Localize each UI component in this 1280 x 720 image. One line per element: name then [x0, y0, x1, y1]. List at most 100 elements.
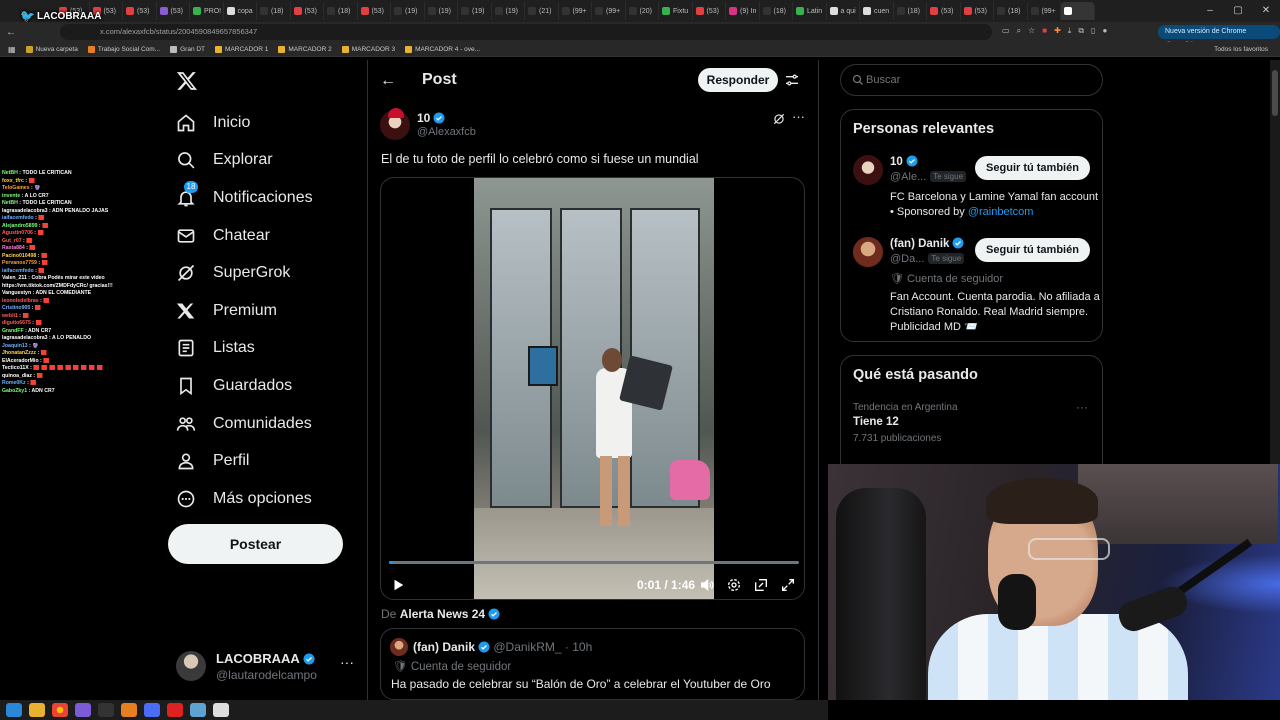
more-horizontal-icon[interactable]: ···	[1076, 400, 1088, 414]
more-horizontal-icon[interactable]: ···	[792, 109, 805, 124]
browser-tab[interactable]	[1061, 2, 1095, 20]
browser-tab[interactable]: (53)	[291, 2, 324, 20]
more-horizontal-icon[interactable]: ···	[340, 654, 354, 670]
trend-name[interactable]: Tiene 12	[853, 416, 899, 428]
sidebar-item-más-opciones[interactable]: Más opciones	[176, 480, 366, 518]
browser-tab[interactable]: (53)	[358, 2, 391, 20]
bookmark-item[interactable]: Nueva carpeta	[25, 45, 78, 53]
puzzle-icon[interactable]: ⧉	[1078, 26, 1084, 36]
sidebar-item-guardados[interactable]: Guardados	[176, 367, 366, 405]
settings-gear-icon[interactable]	[726, 577, 742, 593]
sidebar-item-listas[interactable]: Listas	[176, 330, 366, 368]
picture-in-picture-icon[interactable]	[753, 577, 769, 593]
person-name[interactable]: (fan) Danik	[890, 237, 964, 250]
url-field[interactable]: x.com/alexaxfcb/status/20045908496578563…	[60, 24, 992, 40]
discord-icon[interactable]	[75, 703, 91, 717]
browser-tab[interactable]: (18)	[760, 2, 793, 20]
close-window-button[interactable]: ✕	[1252, 0, 1280, 22]
obs-icon[interactable]	[167, 703, 183, 717]
browser-tab[interactable]: (18)	[324, 2, 358, 20]
person-card[interactable]: (fan) Danik @Da... Te sigue Seguir tú tam…	[853, 237, 1100, 337]
sidebar-item-notificaciones[interactable]: 18 Notificaciones	[176, 179, 366, 217]
sidebar-item-explorar[interactable]: Explorar	[176, 142, 366, 180]
download-icon[interactable]: ⤓	[1068, 26, 1072, 36]
browser-tab[interactable]: Fixtu	[659, 2, 693, 20]
bookmark-item[interactable]: MARCADOR 4 - ove...	[405, 45, 480, 53]
browser-tab[interactable]: (19)	[458, 2, 492, 20]
volume-icon[interactable]	[699, 577, 715, 593]
browser-tab[interactable]: (19)	[492, 2, 525, 20]
browser-tab[interactable]: (18)	[894, 2, 927, 20]
author-handle[interactable]: @Alexaxfcb	[417, 126, 476, 138]
maximize-button[interactable]: ▢	[1224, 0, 1252, 22]
sidebar-item-supergrok[interactable]: SuperGrok	[176, 254, 366, 292]
grok-icon[interactable]	[772, 112, 786, 126]
avatar[interactable]	[380, 108, 410, 140]
sidebar-item-inicio[interactable]: Inicio	[176, 104, 366, 142]
browser-tab[interactable]: (53)	[961, 2, 994, 20]
browser-tab[interactable]: Latin	[793, 2, 827, 20]
account-switcher[interactable]: LACOBRAAA @lautarodelcampo ···	[176, 650, 356, 684]
person-name[interactable]: 10	[890, 155, 918, 168]
file-explorer-icon[interactable]	[29, 703, 45, 717]
minimize-button[interactable]: –	[1196, 0, 1224, 22]
browser-tab[interactable]: (99+	[1028, 2, 1061, 20]
apps-icon[interactable]: ▦	[8, 45, 16, 54]
app-icon[interactable]	[144, 703, 160, 717]
browser-tab[interactable]: (18)	[257, 2, 291, 20]
fullscreen-icon[interactable]	[780, 577, 796, 593]
sidepanel-icon[interactable]: ▯	[1091, 26, 1095, 36]
browser-tab[interactable]: cuen	[860, 2, 894, 20]
sidebar-item-comunidades[interactable]: Comunidades	[176, 405, 366, 443]
browser-tab[interactable]: (19)	[391, 2, 425, 20]
follow-button[interactable]: Seguir tú también	[975, 238, 1090, 262]
sidebar-item-chatear[interactable]: Chatear	[176, 217, 366, 255]
browser-tab[interactable]: (99+	[592, 2, 626, 20]
browser-tab[interactable]: (53)	[123, 2, 157, 20]
author-name[interactable]: 10	[417, 111, 445, 125]
start-icon[interactable]	[6, 703, 22, 717]
browser-tab[interactable]: (18)	[994, 2, 1028, 20]
browser-tab[interactable]: copa	[224, 2, 257, 20]
browser-tab[interactable]: (9) In	[726, 2, 760, 20]
browser-tab[interactable]: a qui	[827, 2, 860, 20]
reply-button[interactable]: Responder	[698, 68, 778, 92]
zoom-icon[interactable]: ⌕	[1017, 26, 1021, 36]
bookmark-item[interactable]: Trabajo Social Com...	[87, 45, 160, 53]
app-icon[interactable]	[213, 703, 229, 717]
person-card[interactable]: 10 @Ale... Te sigue Seguir tú también FC …	[853, 155, 1098, 225]
profile-icon[interactable]: ●	[1102, 26, 1107, 36]
back-arrow-icon[interactable]: ←	[380, 72, 396, 90]
sliders-icon[interactable]	[784, 72, 800, 88]
follow-button[interactable]: Seguir tú también	[975, 156, 1090, 180]
browser-tab[interactable]: (19)	[425, 2, 458, 20]
browser-tab[interactable]: (53)	[157, 2, 190, 20]
browser-tab[interactable]: (20)	[626, 2, 659, 20]
extension-orange-icon[interactable]: ✚	[1054, 26, 1061, 36]
chrome-update-button[interactable]: Nueva versión de Chrome disponible	[1158, 25, 1280, 49]
extension-red-icon[interactable]: ■	[1042, 26, 1047, 36]
video-player[interactable]: 0:01 / 1:46	[380, 177, 805, 600]
bio-link[interactable]: @rainbetcom	[968, 206, 1034, 218]
search-box[interactable]: Buscar	[840, 64, 1103, 96]
browser-tab[interactable]: (53)	[693, 2, 726, 20]
back-nav-icon[interactable]: ←	[4, 27, 18, 38]
browser-tab[interactable]: (53)	[927, 2, 961, 20]
post-button[interactable]: Postear	[168, 524, 343, 564]
star-icon[interactable]: ☆	[1028, 26, 1035, 36]
x-logo-icon[interactable]	[176, 70, 198, 92]
quote-source-name[interactable]: Alerta News 24	[400, 607, 485, 621]
chrome-icon[interactable]	[52, 703, 68, 717]
install-icon[interactable]: ▭	[1002, 26, 1010, 36]
scrollbar-thumb[interactable]	[1272, 70, 1278, 116]
bookmark-item[interactable]: Gran DT	[170, 45, 205, 53]
video-progress-bar[interactable]	[389, 561, 799, 564]
browser-tab[interactable]: PRO!	[190, 2, 224, 20]
browser-tab[interactable]: (99+	[559, 2, 592, 20]
app-icon[interactable]	[98, 703, 114, 717]
sidebar-item-premium[interactable]: Premium	[176, 292, 366, 330]
browser-tab[interactable]: (21)	[525, 2, 559, 20]
sidebar-item-perfil[interactable]: Perfil	[176, 442, 366, 480]
quoted-post[interactable]: (fan) Danik @DanikRM_ · 10h 🛡 Cuenta de …	[380, 628, 805, 700]
avatar[interactable]	[853, 237, 883, 267]
